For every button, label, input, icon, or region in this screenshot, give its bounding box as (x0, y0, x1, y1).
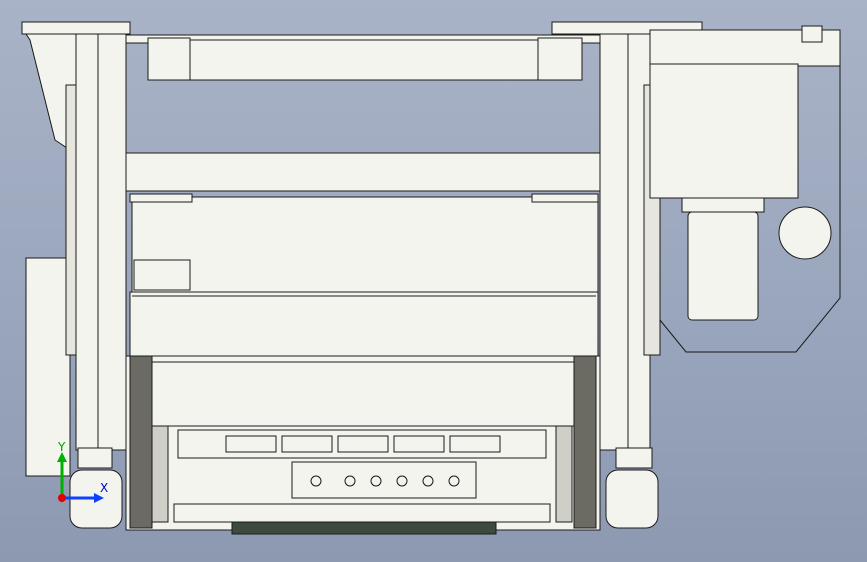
tool-segment-2 (281, 435, 333, 453)
ram-lower-plate (129, 291, 599, 359)
bottom-rail (231, 521, 497, 535)
left-clamp (151, 425, 169, 523)
right-column (599, 29, 651, 451)
top-beam-bar (147, 39, 583, 81)
motor-box (649, 63, 799, 199)
axis-triad: Y X (57, 440, 108, 503)
cad-viewport[interactable] (0, 0, 867, 562)
motor-flange (681, 197, 765, 213)
top-beam-left-block (147, 37, 191, 81)
right-clamp (555, 425, 573, 523)
die-inner (149, 361, 575, 427)
small-sensor-box (133, 259, 191, 291)
motor-body (687, 211, 759, 321)
x-axis-label: X (100, 481, 108, 495)
motor-housing-tab (801, 25, 823, 43)
y-axis-label: Y (57, 440, 66, 454)
motor-cap (778, 206, 832, 260)
left-side-guard (129, 355, 153, 529)
die-hole-5 (422, 475, 434, 487)
tool-segment-4 (393, 435, 445, 453)
origin-dot (58, 494, 66, 502)
die-hole-4 (396, 475, 408, 487)
left-column (75, 29, 127, 451)
right-foot (605, 469, 659, 529)
tool-segment-5 (449, 435, 501, 453)
ram-upper-tab-right (531, 193, 599, 203)
ram-upper-tab-left (129, 193, 193, 203)
bottom-bed (173, 503, 551, 523)
tool-segment-1 (225, 435, 277, 453)
die-hole-2 (344, 475, 356, 487)
die-hole-6 (448, 475, 460, 487)
ram-upper-plate (131, 196, 599, 294)
die-hole-1 (310, 475, 322, 487)
middle-crossbar (125, 152, 601, 192)
top-beam-right-block (537, 37, 583, 81)
tool-segment-3 (337, 435, 389, 453)
right-side-guard (573, 355, 597, 529)
machine-assembly (21, 21, 841, 535)
right-foot-block (615, 447, 653, 469)
die-hole-3 (370, 475, 382, 487)
left-top-plate (21, 21, 131, 35)
